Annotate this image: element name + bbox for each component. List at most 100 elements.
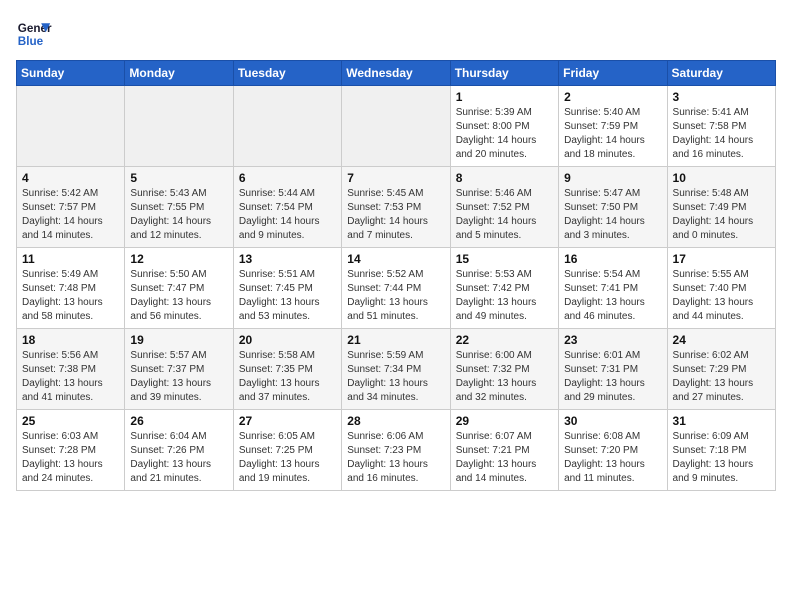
calendar-cell: 18Sunrise: 5:56 AMSunset: 7:38 PMDayligh… [17,329,125,410]
day-number: 19 [130,333,227,347]
calendar-cell: 28 Sunrise: 6:06 AMSunset: 7:23 PMDayligh… [342,410,450,491]
day-number: 6 [239,171,336,185]
calendar-cell: 9 Sunrise: 5:47 AMSunset: 7:50 PMDaylight… [559,167,667,248]
calendar-cell [342,86,450,167]
calendar-table: SundayMondayTuesdayWednesdayThursdayFrid… [16,60,776,491]
day-number: 29 [456,414,553,428]
calendar-cell: 24 Sunrise: 6:02 AMSunset: 7:29 PMDayligh… [667,329,775,410]
day-info: Sunrise: 5:49 AMSunset: 7:48 PMDaylight:… [22,268,119,324]
day-info: Sunrise: 5:56 AMSunset: 7:38 PMDaylight:… [22,349,119,405]
day-number: 30 [564,414,661,428]
calendar-cell: 1 Sunrise: 5:39 AMSunset: 8:00 PMDaylight… [450,86,558,167]
day-info: Sunrise: 5:59 AMSunset: 7:34 PMDaylight:… [347,349,444,405]
weekday-header-friday: Friday [559,61,667,86]
weekday-header-saturday: Saturday [667,61,775,86]
calendar-cell: 27 Sunrise: 6:05 AMSunset: 7:25 PMDayligh… [233,410,341,491]
calendar-cell: 12 Sunrise: 5:50 AMSunset: 7:47 PMDayligh… [125,248,233,329]
day-info: Sunrise: 5:47 AMSunset: 7:50 PMDaylight:… [564,187,661,243]
calendar-cell: 11 Sunrise: 5:49 AMSunset: 7:48 PMDayligh… [17,248,125,329]
day-number: 3 [673,90,770,104]
day-info: Sunrise: 6:05 AMSunset: 7:25 PMDaylight:… [239,430,336,486]
day-info: Sunrise: 6:04 AMSunset: 7:26 PMDaylight:… [130,430,227,486]
calendar-cell: 21 Sunrise: 5:59 AMSunset: 7:34 PMDayligh… [342,329,450,410]
day-info: Sunrise: 5:50 AMSunset: 7:47 PMDaylight:… [130,268,227,324]
day-number: 20 [239,333,336,347]
calendar-cell: 29 Sunrise: 6:07 AMSunset: 7:21 PMDayligh… [450,410,558,491]
day-number: 16 [564,252,661,266]
day-info: Sunrise: 5:40 AMSunset: 7:59 PMDaylight:… [564,106,661,162]
day-number: 21 [347,333,444,347]
calendar-cell: 2 Sunrise: 5:40 AMSunset: 7:59 PMDaylight… [559,86,667,167]
weekday-header-wednesday: Wednesday [342,61,450,86]
day-number: 11 [22,252,119,266]
calendar-cell: 14Sunrise: 5:52 AMSunset: 7:44 PMDayligh… [342,248,450,329]
calendar-cell: 17 Sunrise: 5:55 AMSunset: 7:40 PMDayligh… [667,248,775,329]
weekday-header-sunday: Sunday [17,61,125,86]
day-number: 22 [456,333,553,347]
day-number: 26 [130,414,227,428]
calendar-cell: 15Sunrise: 5:53 AMSunset: 7:42 PMDayligh… [450,248,558,329]
day-info: Sunrise: 5:41 AMSunset: 7:58 PMDaylight:… [673,106,770,162]
calendar-cell: 6 Sunrise: 5:44 AMSunset: 7:54 PMDaylight… [233,167,341,248]
day-info: Sunrise: 5:53 AMSunset: 7:42 PMDaylight:… [456,268,553,324]
day-info: Sunrise: 5:45 AMSunset: 7:53 PMDaylight:… [347,187,444,243]
day-info: Sunrise: 5:44 AMSunset: 7:54 PMDaylight:… [239,187,336,243]
day-info: Sunrise: 6:01 AMSunset: 7:31 PMDaylight:… [564,349,661,405]
calendar-cell: 20 Sunrise: 5:58 AMSunset: 7:35 PMDayligh… [233,329,341,410]
day-number: 13 [239,252,336,266]
day-number: 17 [673,252,770,266]
calendar-cell: 26 Sunrise: 6:04 AMSunset: 7:26 PMDayligh… [125,410,233,491]
day-info: Sunrise: 6:08 AMSunset: 7:20 PMDaylight:… [564,430,661,486]
calendar-cell: 5 Sunrise: 5:43 AMSunset: 7:55 PMDaylight… [125,167,233,248]
page-header: General Blue [16,16,776,52]
day-info: Sunrise: 5:55 AMSunset: 7:40 PMDaylight:… [673,268,770,324]
day-info: Sunrise: 5:52 AMSunset: 7:44 PMDaylight:… [347,268,444,324]
day-number: 12 [130,252,227,266]
day-info: Sunrise: 5:54 AMSunset: 7:41 PMDaylight:… [564,268,661,324]
day-info: Sunrise: 5:51 AMSunset: 7:45 PMDaylight:… [239,268,336,324]
calendar-cell: 25 Sunrise: 6:03 AMSunset: 7:28 PMDayligh… [17,410,125,491]
calendar-cell: 13 Sunrise: 5:51 AMSunset: 7:45 PMDayligh… [233,248,341,329]
day-info: Sunrise: 6:02 AMSunset: 7:29 PMDaylight:… [673,349,770,405]
day-number: 27 [239,414,336,428]
day-number: 4 [22,171,119,185]
weekday-header-monday: Monday [125,61,233,86]
calendar-cell: 19Sunrise: 5:57 AMSunset: 7:37 PMDayligh… [125,329,233,410]
day-info: Sunrise: 6:03 AMSunset: 7:28 PMDaylight:… [22,430,119,486]
day-info: Sunrise: 5:39 AMSunset: 8:00 PMDaylight:… [456,106,553,162]
calendar-cell: 31Sunrise: 6:09 AMSunset: 7:18 PMDayligh… [667,410,775,491]
calendar-cell [125,86,233,167]
calendar-cell: 22 Sunrise: 6:00 AMSunset: 7:32 PMDayligh… [450,329,558,410]
day-number: 25 [22,414,119,428]
calendar-cell [233,86,341,167]
calendar-cell: 10 Sunrise: 5:48 AMSunset: 7:49 PMDayligh… [667,167,775,248]
day-info: Sunrise: 6:06 AMSunset: 7:23 PMDaylight:… [347,430,444,486]
day-info: Sunrise: 5:42 AMSunset: 7:57 PMDaylight:… [22,187,119,243]
day-number: 1 [456,90,553,104]
day-number: 28 [347,414,444,428]
day-number: 10 [673,171,770,185]
logo-icon: General Blue [16,16,52,52]
calendar-cell: 23 Sunrise: 6:01 AMSunset: 7:31 PMDayligh… [559,329,667,410]
svg-text:Blue: Blue [18,35,44,48]
day-info: Sunrise: 5:58 AMSunset: 7:35 PMDaylight:… [239,349,336,405]
calendar-cell: 16 Sunrise: 5:54 AMSunset: 7:41 PMDayligh… [559,248,667,329]
day-info: Sunrise: 5:48 AMSunset: 7:49 PMDaylight:… [673,187,770,243]
day-number: 9 [564,171,661,185]
day-info: Sunrise: 6:07 AMSunset: 7:21 PMDaylight:… [456,430,553,486]
day-number: 7 [347,171,444,185]
weekday-header-tuesday: Tuesday [233,61,341,86]
day-info: Sunrise: 5:43 AMSunset: 7:55 PMDaylight:… [130,187,227,243]
logo: General Blue [16,16,52,52]
day-number: 8 [456,171,553,185]
day-number: 5 [130,171,227,185]
day-number: 24 [673,333,770,347]
day-info: Sunrise: 6:09 AMSunset: 7:18 PMDaylight:… [673,430,770,486]
day-number: 23 [564,333,661,347]
calendar-cell: 8Sunrise: 5:46 AMSunset: 7:52 PMDaylight… [450,167,558,248]
calendar-cell [17,86,125,167]
day-info: Sunrise: 6:00 AMSunset: 7:32 PMDaylight:… [456,349,553,405]
day-number: 2 [564,90,661,104]
calendar-cell: 7 Sunrise: 5:45 AMSunset: 7:53 PMDaylight… [342,167,450,248]
calendar-cell: 4 Sunrise: 5:42 AMSunset: 7:57 PMDaylight… [17,167,125,248]
